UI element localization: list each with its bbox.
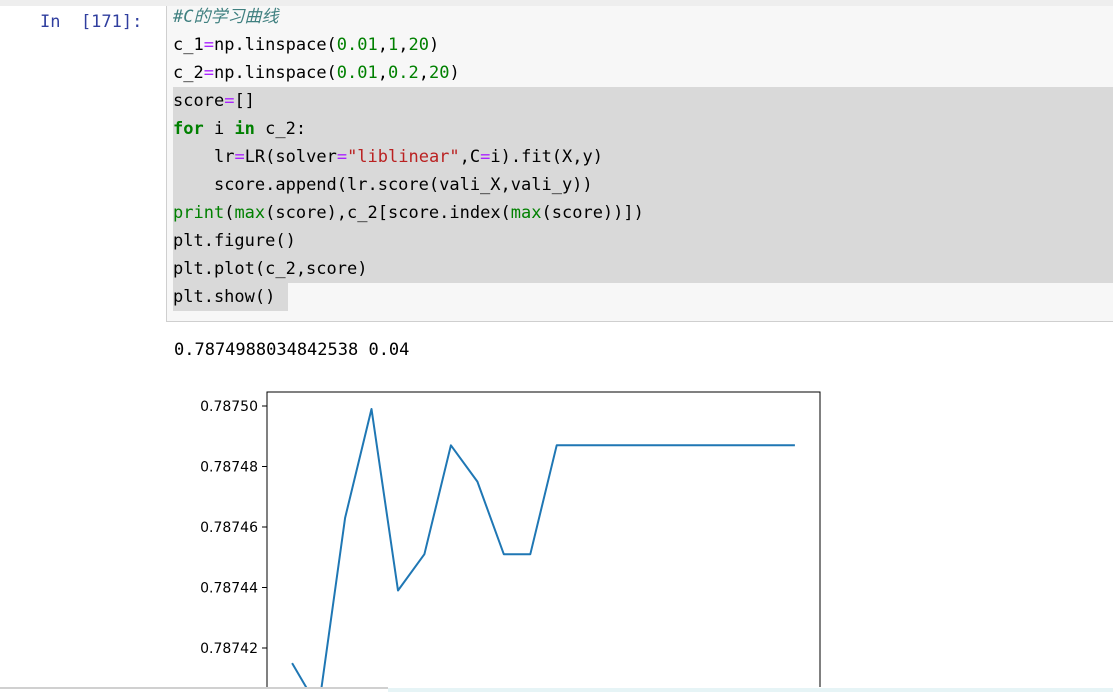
code-line-2: c_1=np.linspace(0.01,1,20): [173, 35, 440, 55]
scrollbar-track: [0, 687, 388, 689]
y-tick-label: 0.78746: [200, 520, 258, 536]
cell-output-text: 0.7874988034842538 0.04: [174, 340, 410, 360]
code-line-7: score.append(lr.score(vali_X,vali_y)): [213, 175, 593, 195]
code-line-3: c_2=np.linspace(0.01,0.2,20): [173, 63, 460, 83]
horizontal-scrollbar[interactable]: [0, 687, 1113, 692]
code-line-9: plt.figure(): [173, 231, 296, 251]
y-tick-label: 0.78750: [200, 399, 258, 415]
code-line-5: for i in c_2:: [173, 119, 307, 139]
series-line: [291, 408, 795, 692]
code-line-4: score=[]: [173, 91, 255, 111]
code-line-8: print(max(score),c_2[score.index(max(sco…: [173, 203, 644, 223]
line-chart: 0.78742 0.78744 0.78746 0.78748 0.78750: [200, 391, 821, 692]
code-line-1: #C的学习曲线: [173, 3, 644, 31]
code-line-10: plt.plot(c_2,score): [173, 259, 368, 279]
scrollbar-thumb[interactable]: [388, 688, 1113, 692]
y-tick-label: 0.78742: [200, 641, 258, 657]
output-chart: 0.78742 0.78744 0.78746 0.78748 0.78750: [0, 380, 1113, 692]
y-tick-label: 0.78744: [200, 581, 258, 597]
cell-prompt: In [171]:: [40, 12, 143, 32]
comment: #C的学习曲线: [173, 7, 279, 27]
code-line-6: lr=LR(solver="liblinear",C=i).fit(X,y): [213, 147, 603, 167]
y-tick-label: 0.78748: [200, 460, 258, 476]
code-editor[interactable]: #C的学习曲线 c_1=np.linspace(0.01,1,20) c_2=n…: [173, 3, 644, 311]
code-line-11: plt.show(): [173, 287, 276, 307]
notebook-page: In [171]: #C的学习曲线 c_1=np.linspace(0.01,1…: [0, 0, 1113, 692]
plot-frame: [266, 391, 821, 692]
